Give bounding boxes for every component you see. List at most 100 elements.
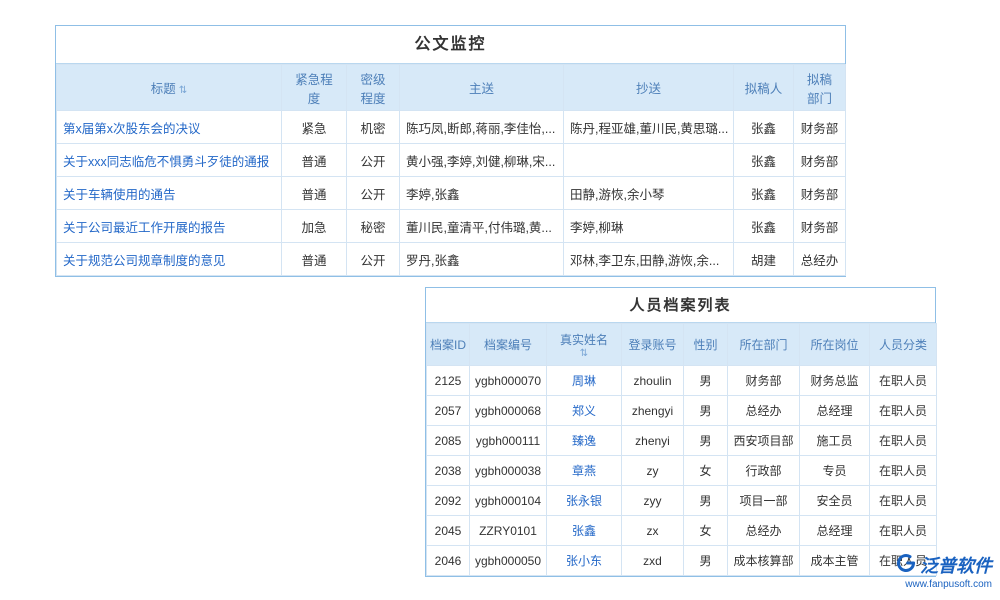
real-name-link[interactable]: 郑义 [547, 396, 622, 426]
cc-cell [564, 144, 734, 177]
urgency-cell: 紧急 [282, 111, 347, 144]
draft-dept-cell: 财务部 [794, 144, 846, 177]
personnel-list-title: 人员档案列表 [426, 288, 935, 323]
drafter-cell: 张鑫 [734, 210, 794, 243]
urgency-cell: 普通 [282, 243, 347, 276]
file-code-cell: ygbh000068 [470, 396, 547, 426]
col-header-post: 所在岗位 [800, 324, 870, 366]
drafter-cell: 张鑫 [734, 111, 794, 144]
file-code-cell: ZZRY0101 [470, 516, 547, 546]
drafter-cell: 胡建 [734, 243, 794, 276]
gender-cell: 男 [684, 366, 728, 396]
col-header-urgency: 紧急程度 [282, 65, 347, 111]
department-cell: 项目一部 [728, 486, 800, 516]
urgency-cell: 加急 [282, 210, 347, 243]
table-row: 2045 ZZRY0101 张鑫 zx 女 总经办 总经理 在职人员 [427, 516, 937, 546]
real-name-link[interactable]: 臻逸 [547, 426, 622, 456]
doc-monitor-card: 公文监控 标题⇅ 紧急程度 密级程度 主送 抄送 拟稿人 拟稿部门 第x届第x次… [55, 25, 846, 277]
login-account-cell: zy [622, 456, 684, 486]
sort-icon[interactable]: ⇅ [179, 85, 187, 96]
col-header-draft-dept: 拟稿部门 [794, 65, 846, 111]
login-account-cell: zhengyi [622, 396, 684, 426]
table-row: 2046 ygbh000050 张小东 zxd 男 成本核算部 成本主管 在职人… [427, 546, 937, 576]
main-send-cell: 董川民,童清平,付伟璐,黄... [400, 210, 564, 243]
secrecy-cell: 秘密 [347, 210, 400, 243]
draft-dept-cell: 财务部 [794, 177, 846, 210]
doc-title-link[interactable]: 第x届第x次股东会的决议 [57, 111, 282, 144]
post-cell: 专员 [800, 456, 870, 486]
doc-monitor-table: 标题⇅ 紧急程度 密级程度 主送 抄送 拟稿人 拟稿部门 第x届第x次股东会的决… [56, 64, 846, 276]
cc-cell: 田静,游恢,余小琴 [564, 177, 734, 210]
main-send-cell: 陈巧凤,断郎,蒋丽,李佳怡,... [400, 111, 564, 144]
file-id-cell: 2092 [427, 486, 470, 516]
cc-cell: 陈丹,程亚雄,董川民,黄思璐... [564, 111, 734, 144]
department-cell: 行政部 [728, 456, 800, 486]
personnel-list-card: 人员档案列表 档案ID 档案编号 真实姓名 ⇅ 登录账号 性别 所在部门 所在岗… [425, 287, 936, 577]
department-cell: 总经办 [728, 516, 800, 546]
personnel-header-row: 档案ID 档案编号 真实姓名 ⇅ 登录账号 性别 所在部门 所在岗位 人员分类 [427, 324, 937, 366]
real-name-link[interactable]: 张永银 [547, 486, 622, 516]
post-cell: 财务总监 [800, 366, 870, 396]
sort-icon[interactable]: ⇅ [547, 349, 621, 359]
real-name-link[interactable]: 张鑫 [547, 516, 622, 546]
post-cell: 总经理 [800, 396, 870, 426]
file-code-cell: ygbh000104 [470, 486, 547, 516]
col-header-file-id: 档案ID [427, 324, 470, 366]
urgency-cell: 普通 [282, 144, 347, 177]
gender-cell: 男 [684, 396, 728, 426]
real-name-link[interactable]: 张小东 [547, 546, 622, 576]
fanpu-logo-icon [896, 553, 916, 578]
secrecy-cell: 公开 [347, 144, 400, 177]
table-row: 第x届第x次股东会的决议 紧急 机密 陈巧凤,断郎,蒋丽,李佳怡,... 陈丹,… [57, 111, 846, 144]
personnel-list-table: 档案ID 档案编号 真实姓名 ⇅ 登录账号 性别 所在部门 所在岗位 人员分类 … [426, 323, 937, 576]
draft-dept-cell: 财务部 [794, 210, 846, 243]
doc-title-link[interactable]: 关于xxx同志临危不惧勇斗歹徒的通报 [57, 144, 282, 177]
table-row: 2092 ygbh000104 张永银 zyy 男 项目一部 安全员 在职人员 [427, 486, 937, 516]
drafter-cell: 张鑫 [734, 144, 794, 177]
post-cell: 成本主管 [800, 546, 870, 576]
doc-title-link[interactable]: 关于规范公司规章制度的意见 [57, 243, 282, 276]
doc-title-link[interactable]: 关于车辆使用的通告 [57, 177, 282, 210]
login-account-cell: zhoulin [622, 366, 684, 396]
cc-cell: 李婷,柳琳 [564, 210, 734, 243]
col-header-main-send: 主送 [400, 65, 564, 111]
secrecy-cell: 公开 [347, 243, 400, 276]
secrecy-cell: 机密 [347, 111, 400, 144]
col-header-title[interactable]: 标题⇅ [57, 65, 282, 111]
login-account-cell: zhenyi [622, 426, 684, 456]
login-account-cell: zxd [622, 546, 684, 576]
brand-url: www.fanpusoft.com [896, 579, 992, 590]
file-id-cell: 2045 [427, 516, 470, 546]
main-send-cell: 李婷,张鑫 [400, 177, 564, 210]
brand-name: 泛普软件 [920, 552, 992, 578]
category-cell: 在职人员 [870, 426, 937, 456]
table-row: 关于xxx同志临危不惧勇斗歹徒的通报 普通 公开 黄小强,李婷,刘健,柳琳,宋.… [57, 144, 846, 177]
doc-monitor-title: 公文监控 [56, 26, 845, 64]
file-id-cell: 2057 [427, 396, 470, 426]
gender-cell: 男 [684, 546, 728, 576]
table-row: 2125 ygbh000070 周琳 zhoulin 男 财务部 财务总监 在职… [427, 366, 937, 396]
col-header-real-name[interactable]: 真实姓名 ⇅ [547, 324, 622, 366]
department-cell: 总经办 [728, 396, 800, 426]
file-id-cell: 2085 [427, 426, 470, 456]
department-cell: 成本核算部 [728, 546, 800, 576]
real-name-link[interactable]: 章燕 [547, 456, 622, 486]
real-name-link[interactable]: 周琳 [547, 366, 622, 396]
urgency-cell: 普通 [282, 177, 347, 210]
category-cell: 在职人员 [870, 396, 937, 426]
main-send-cell: 罗丹,张鑫 [400, 243, 564, 276]
col-header-department: 所在部门 [728, 324, 800, 366]
cc-cell: 邓林,李卫东,田静,游恢,余... [564, 243, 734, 276]
doc-title-link[interactable]: 关于公司最近工作开展的报告 [57, 210, 282, 243]
col-header-secrecy: 密级程度 [347, 65, 400, 111]
gender-cell: 女 [684, 456, 728, 486]
file-code-cell: ygbh000050 [470, 546, 547, 576]
table-row: 关于车辆使用的通告 普通 公开 李婷,张鑫 田静,游恢,余小琴 张鑫 财务部 [57, 177, 846, 210]
table-row: 2057 ygbh000068 郑义 zhengyi 男 总经办 总经理 在职人… [427, 396, 937, 426]
table-row: 关于规范公司规章制度的意见 普通 公开 罗丹,张鑫 邓林,李卫东,田静,游恢,余… [57, 243, 846, 276]
col-header-real-name-label: 真实姓名 [560, 333, 608, 347]
file-code-cell: ygbh000070 [470, 366, 547, 396]
file-code-cell: ygbh000111 [470, 426, 547, 456]
col-header-title-label: 标题 [151, 82, 176, 96]
department-cell: 西安项目部 [728, 426, 800, 456]
